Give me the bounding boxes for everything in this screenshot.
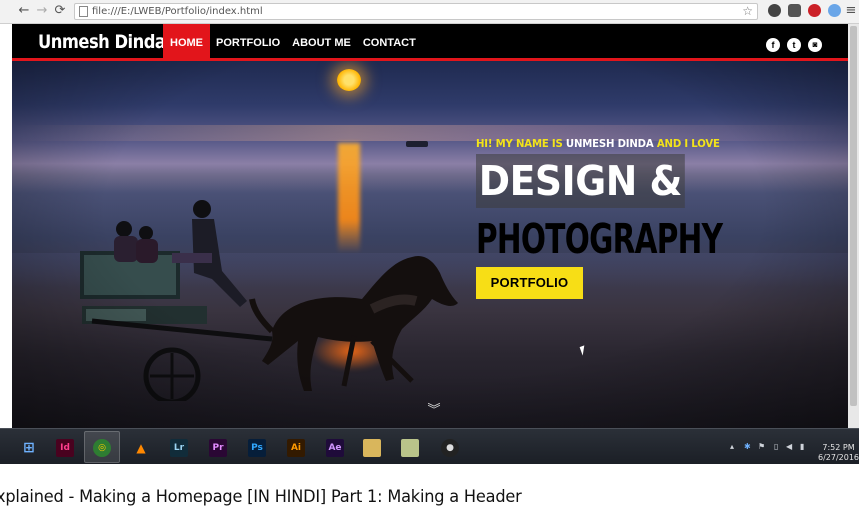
address-bar[interactable]: file:///E:/LWEB/Portfolio/index.html ☆ — [74, 3, 758, 20]
page-viewport: HI! MY NAME IS UNMESH DINDA AND I LOVE D… — [12, 24, 856, 428]
video-title: xplained - Making a Homepage [IN HINDI] … — [0, 487, 522, 507]
flag-icon[interactable]: ⚑ — [758, 442, 765, 451]
header-red-underline — [12, 58, 856, 61]
extension-icon[interactable] — [768, 4, 781, 17]
scroll-down-chevron-icon[interactable]: ︾ — [427, 404, 441, 417]
back-button[interactable]: ← — [16, 3, 32, 19]
hero-headline-photography: PHOTOGRAPHY — [476, 215, 723, 263]
nav-portfolio[interactable]: PORTFOLIO — [210, 24, 286, 58]
twitter-icon[interactable]: t — [787, 38, 801, 52]
windows-taskbar: ⊞ Id ◎ ▲ Lr Pr Ps Ai Ae ● ▴ ✱ ⚑ ▯ ◀ ▮ 7:… — [0, 428, 859, 464]
windows-start-icon[interactable]: ⊞ — [20, 439, 38, 457]
nav-about-me[interactable]: ABOUT ME — [286, 24, 357, 58]
tray-overflow-icon[interactable]: ▴ — [730, 442, 734, 451]
address-url[interactable]: file:///E:/LWEB/Portfolio/index.html — [92, 5, 263, 19]
tagline-name: UNMESH DINDA — [565, 137, 654, 150]
after-effects-icon[interactable]: Ae — [326, 439, 344, 457]
chrome-extension-icon[interactable] — [828, 4, 841, 17]
chrome-menu-icon[interactable]: ≡ — [845, 3, 857, 19]
notes-icon[interactable] — [401, 439, 419, 457]
site-logo[interactable]: Unmesh Dinda — [38, 31, 166, 53]
volume-icon[interactable]: ◀ — [786, 442, 792, 451]
shield-icon[interactable] — [788, 4, 801, 17]
photoshop-icon[interactable]: Ps — [248, 439, 266, 457]
chrome-icon[interactable]: ◎ — [93, 439, 111, 457]
lightroom-icon[interactable]: Lr — [170, 439, 188, 457]
nav-home[interactable]: HOME — [163, 24, 210, 58]
pinterest-icon[interactable] — [808, 4, 821, 17]
forward-button[interactable]: → — [34, 3, 50, 19]
bluetooth-icon[interactable]: ✱ — [744, 442, 751, 451]
page-scrollbar[interactable] — [848, 24, 859, 428]
page-icon — [79, 6, 88, 17]
reload-button[interactable]: ⟳ — [52, 3, 68, 19]
network-icon[interactable]: ▮ — [800, 442, 804, 451]
hero-section: HI! MY NAME IS UNMESH DINDA AND I LOVE D… — [12, 61, 856, 428]
clock-time: 7:52 PM — [822, 443, 855, 452]
obs-icon[interactable]: ● — [441, 439, 459, 457]
battery-icon[interactable]: ▯ — [774, 442, 778, 451]
tagline-intro: HI! MY NAME IS — [476, 137, 566, 150]
portfolio-cta-button[interactable]: PORTFOLIO — [476, 267, 583, 299]
clock-date: 6/27/2016 — [818, 453, 859, 462]
folder-icon[interactable] — [363, 439, 381, 457]
bookmark-star-icon[interactable]: ☆ — [742, 4, 753, 18]
nav-contact[interactable]: CONTACT — [357, 24, 422, 58]
illustrator-icon[interactable]: Ai — [287, 439, 305, 457]
tagline-outro: AND I LOVE — [653, 137, 720, 150]
vlc-icon[interactable]: ▲ — [132, 439, 150, 457]
hero-headline-design: DESIGN & — [476, 154, 685, 208]
facebook-icon[interactable]: f — [766, 38, 780, 52]
main-nav: HOME PORTFOLIO ABOUT ME CONTACT — [163, 24, 422, 58]
instagram-icon[interactable]: ◙ — [808, 38, 822, 52]
site-header: Unmesh Dinda HOME PORTFOLIO ABOUT ME CON… — [12, 24, 856, 58]
taskbar-clock[interactable]: 7:52 PM 6/27/2016 — [818, 443, 859, 463]
hero-tagline: HI! MY NAME IS UNMESH DINDA AND I LOVE — [476, 137, 720, 150]
scrollbar-thumb[interactable] — [850, 26, 857, 406]
indesign-icon[interactable]: Id — [56, 439, 74, 457]
premiere-icon[interactable]: Pr — [209, 439, 227, 457]
browser-toolbar: ← → ⟳ file:///E:/LWEB/Portfolio/index.ht… — [0, 0, 859, 24]
vignette — [12, 61, 856, 428]
